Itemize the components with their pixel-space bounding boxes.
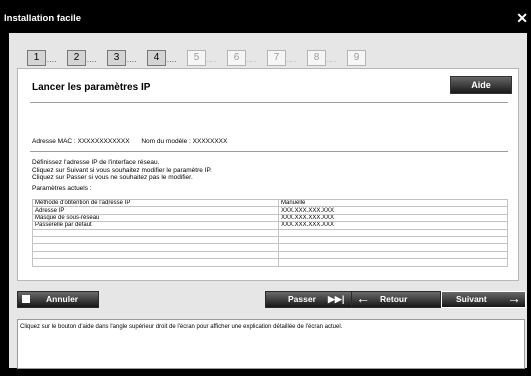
cancel-box-icon: [22, 295, 30, 303]
step-connector: ....: [207, 57, 217, 64]
step-connector: ....: [287, 57, 297, 64]
current-settings-label: Paramètres actuels :: [32, 185, 92, 192]
table-row: [32, 250, 508, 260]
instruction-1: Définissez l'adresse IP de l'interface r…: [32, 159, 160, 166]
step-connector: ....: [87, 57, 97, 64]
table-row: Passerelle par défaut XXX.XXX.XXX.XXX: [32, 221, 508, 230]
step-2: 2: [67, 50, 86, 66]
table-row: [32, 258, 508, 267]
help-button[interactable]: Aide: [450, 76, 512, 94]
step-connector: ....: [247, 57, 257, 64]
wizard-window: 1.... 2.... 3.... 4.... 5.... 6.... 7.... 8....…: [9, 33, 527, 369]
step-connector: ....: [327, 57, 337, 64]
title-bar: Installation facile ✕: [0, 0, 531, 32]
step-5: 5: [187, 50, 206, 66]
step-7: 7: [267, 50, 286, 66]
back-label: Retour: [380, 294, 408, 304]
table-row: Adresse IP XXX.XXX.XXX.XXX: [32, 206, 508, 215]
window-title: Installation facile: [4, 13, 82, 24]
setting-value: [278, 258, 508, 267]
content-panel: Lancer les paramètres IP Aide Adresse MA…: [17, 68, 519, 281]
setting-name: [32, 235, 279, 245]
step-3: 3: [107, 50, 126, 66]
instruction-3: Cliquez sur Passer si vous ne souhaitez …: [32, 174, 193, 181]
cancel-button[interactable]: Annuler: [17, 291, 99, 308]
table-row: [32, 243, 508, 252]
page-title: Lancer les paramètres IP: [32, 82, 151, 93]
instruction-2: Cliquez sur Suivant si vous souhaitez mo…: [32, 166, 212, 174]
settings-table: Méthode d'obtention de l'adresse IP Manue…: [32, 198, 508, 267]
step-6: 6: [227, 50, 246, 66]
skip-icon: ▶▶|: [328, 294, 345, 304]
cancel-label: Annuler: [46, 294, 79, 304]
skip-label: Passer: [288, 294, 316, 304]
next-label: Suivant: [456, 294, 487, 304]
setting-value: [278, 228, 508, 237]
step-connector: ....: [47, 57, 57, 64]
step-1: 1: [27, 50, 46, 66]
table-row: Méthode d'obtention de l'adresse IP Manue…: [32, 198, 508, 208]
back-button[interactable]: ← Retour: [351, 291, 441, 308]
table-row: [32, 235, 508, 245]
setting-value: Manuelle: [278, 198, 508, 208]
title-divider: [30, 102, 508, 103]
device-info: Adresse MAC : XXXXXXXXXXXX Nom du modèle…: [32, 138, 227, 145]
table-row: [32, 228, 508, 237]
setting-value: [278, 250, 508, 260]
mac-address: Adresse MAC : XXXXXXXXXXXX: [32, 138, 130, 145]
info-divider: [30, 151, 508, 152]
setting-value: XXX.XXX.XXX.XXX: [278, 213, 508, 223]
next-button[interactable]: Suivant →: [441, 291, 526, 308]
step-8: 8: [307, 50, 326, 66]
setting-name: [32, 228, 279, 237]
setting-name: Adresse IP: [32, 206, 279, 215]
step-9: 9: [347, 50, 366, 66]
model-name: Nom du modèle : XXXXXXXX: [141, 138, 228, 145]
step-4: 4: [147, 50, 166, 66]
setting-value: [278, 243, 508, 252]
table-row: Masque de sous-réseau XXX.XXX.XXX.XXX: [32, 213, 508, 223]
setting-name: Passerelle par défaut: [32, 221, 279, 230]
setting-name: Méthode d'obtention de l'adresse IP: [32, 198, 279, 208]
setting-name: [32, 250, 279, 260]
arrow-left-icon: ←: [356, 290, 370, 306]
skip-button[interactable]: Passer ▶▶|: [265, 291, 352, 308]
step-connector: ....: [167, 57, 177, 64]
setting-value: XXX.XXX.XXX.XXX: [278, 206, 508, 215]
step-connector: ....: [127, 57, 137, 64]
setting-value: XXX.XXX.XXX.XXX: [278, 221, 508, 230]
arrow-right-icon: →: [507, 290, 521, 306]
setting-value: [278, 235, 508, 245]
setting-name: [32, 258, 279, 267]
close-icon[interactable]: ✕: [516, 11, 528, 25]
help-text: Cliquez sur le bouton d'aide dans l'angl…: [20, 324, 343, 330]
help-text-box: Cliquez sur le bouton d'aide dans l'angl…: [17, 319, 525, 369]
setting-name: [32, 243, 279, 252]
setting-name: Masque de sous-réseau: [32, 213, 279, 223]
